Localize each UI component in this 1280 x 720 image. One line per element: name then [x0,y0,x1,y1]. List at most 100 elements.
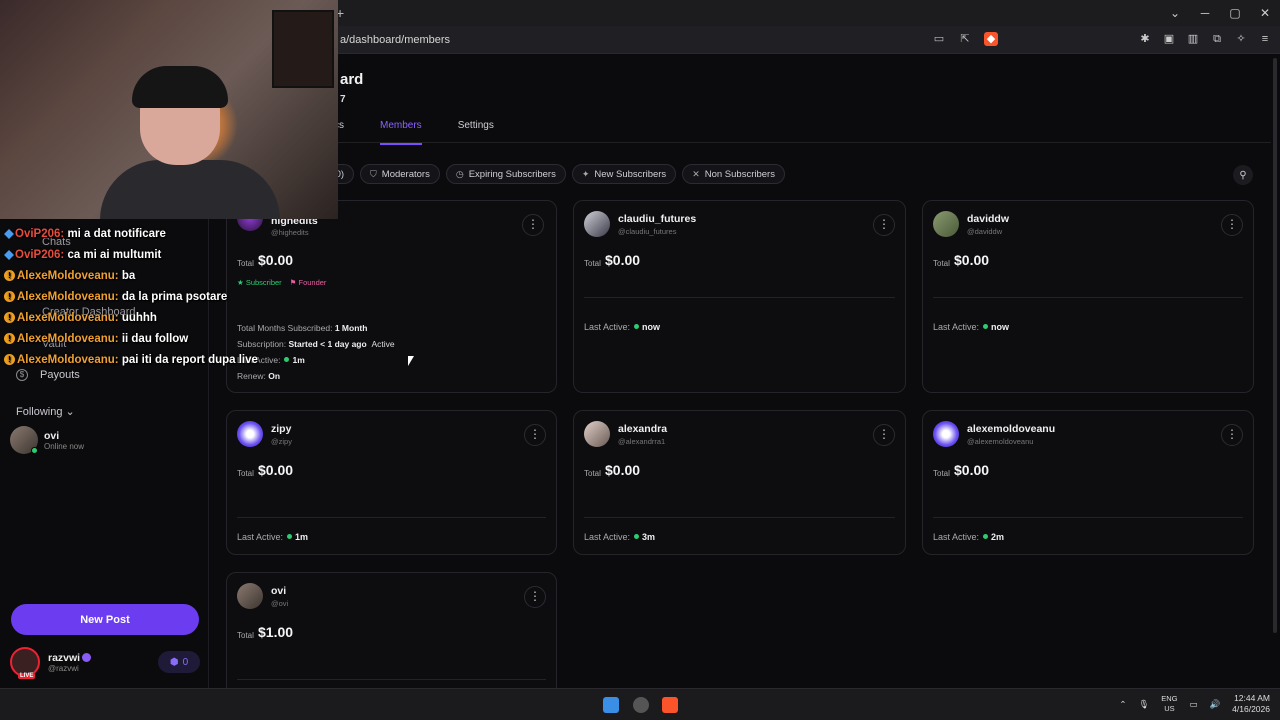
card-divider [584,517,895,518]
member-name: daviddw [967,213,1010,225]
subscriber-badge-icon: ! [4,333,15,345]
minimize-button[interactable]: ─ [1190,4,1220,22]
chat-username[interactable]: AlexeMoldoveanu: [17,333,119,345]
brave-shields-icon[interactable]: ◆ [984,32,998,46]
chat-username[interactable]: AlexeMoldoveanu: [17,312,119,324]
new-post-button[interactable]: New Post [11,604,199,635]
card-divider [237,517,546,518]
member-card[interactable]: alexandra @alexandrra1 ⋮ Total $0.00 Las… [573,410,906,555]
webcam-overlay [0,0,338,219]
coin-balance[interactable]: ⬢ 0 [158,651,200,673]
last-active-value: 3m [642,532,656,542]
more-options-icon[interactable]: ⋮ [1221,424,1243,446]
last-active-label: Last Active: [933,532,980,542]
extensions-icon[interactable]: ✱ [1138,32,1152,46]
microphone-icon[interactable]: 🎙 [1138,699,1149,710]
streamer-body [100,160,280,219]
chat-message: ! AlexeMoldoveanu: ba [4,266,274,287]
main-content: ard 7 cs Members Settings 100) ⛉Moderato… [209,54,1271,688]
verified-badge-icon [4,229,14,239]
chat-username[interactable]: OviP206: [15,249,64,261]
clock[interactable]: 12:44 AM 4/16/2026 [1232,693,1270,715]
last-active-value: 1m [295,532,309,542]
member-name: claudiu_futures [618,213,697,225]
filter-expiring[interactable]: ◷ Expiring Subscribers [445,164,566,184]
maximize-button[interactable]: ▢ [1220,4,1250,22]
chat-text: uuhhh [121,312,157,324]
leo-ai-icon[interactable]: ✧ [1234,32,1248,46]
page-scrollbar[interactable] [1273,58,1277,633]
stream-chat-overlay: OviP206: mi a dat notificare OviP206: ca … [4,224,274,371]
profile-row[interactable]: LIVE razvwi @razvwi ⬢ 0 [10,646,200,679]
sparkle-icon: ✦ [581,168,590,179]
tabs-icon[interactable]: ⧉ [1210,32,1224,46]
online-indicator [31,447,38,454]
chat-username[interactable]: AlexeMoldoveanu: [17,270,119,282]
following-toggle[interactable]: Following ⌄ [16,405,75,418]
tab-search-icon[interactable]: ⌄ [1160,4,1190,22]
wallet-icon[interactable]: ▣ [1162,32,1176,46]
last-active-value: 1m [292,355,305,365]
chat-message: OviP206: mi a dat notificare [4,224,274,245]
card-divider [237,679,546,680]
volume-icon[interactable]: 🔊 [1210,699,1221,710]
chat-username[interactable]: AlexeMoldoveanu: [17,354,119,366]
total-label: Total [237,469,254,478]
online-indicator [287,534,293,539]
avatar [584,211,610,237]
last-active-label: Last Active: [584,532,631,542]
avatar [10,426,38,454]
close-window-button[interactable]: ✕ [1250,4,1280,22]
member-total: $0.00 [258,462,294,478]
verified-badge-icon [4,250,14,260]
install-app-icon[interactable]: ▭ [932,32,946,46]
filter-moderators[interactable]: ⛉ Moderators [360,164,440,184]
brave-browser-icon[interactable] [662,697,678,713]
member-handle: @zipy [271,437,292,446]
total-label: Total [933,259,950,268]
more-options-icon[interactable]: ⋮ [873,424,895,446]
card-divider [933,517,1243,518]
filter-new-subscribers[interactable]: ✦ New Subscribers [571,164,677,184]
subscriber-badge-icon: ! [4,270,15,282]
obs-icon[interactable] [633,697,649,713]
card-divider [933,297,1243,298]
renew-value: On [268,371,281,381]
filter-non-subscribers[interactable]: ✕ Non Subscribers [682,164,785,184]
show-hidden-icons[interactable]: ⌃ [1119,699,1126,710]
system-tray: ⌃ 🎙 ENG US ▭ 🔊 12:44 AM 4/16/2026 [1119,693,1270,715]
chat-text: pai iti da report dupa live [121,354,258,366]
more-options-icon[interactable]: ⋮ [522,214,544,236]
member-handle: @alexandrra1 [618,437,666,446]
member-card[interactable]: highedits @highedits ⋮ Total $0.00 ★ Sub… [226,200,557,393]
windows-start-icon[interactable] [603,697,619,713]
more-options-icon[interactable]: ⋮ [524,586,546,608]
shield-icon: ⛉ [370,168,377,179]
share-icon[interactable]: ⇱ [958,32,972,46]
member-handle: @ovi [271,599,289,608]
last-active-label: Last Active: [584,322,631,332]
chat-text: ii dau follow [121,333,189,345]
member-total: $0.00 [954,462,990,478]
member-card[interactable]: alexemoldoveanu @alexemoldoveanu ⋮ Total… [922,410,1254,555]
avatar [933,211,959,237]
member-card[interactable]: daviddw @daviddw ⋮ Total $0.00 Last Acti… [922,200,1254,393]
search-button[interactable]: ⚲ [1233,165,1253,185]
more-options-icon[interactable]: ⋮ [873,214,895,236]
member-card[interactable]: ovi @ovi ⋮ Total $1.00 [226,572,557,688]
member-card[interactable]: claudiu_futures @claudiu_futures ⋮ Total… [573,200,906,393]
taskbar: ⌃ 🎙 ENG US ▭ 🔊 12:44 AM 4/16/2026 [0,688,1280,720]
url-text[interactable]: a/dashboard/members [340,34,450,46]
sidebar-toggle-icon[interactable]: ▥ [1186,32,1200,46]
chat-username[interactable]: AlexeMoldoveanu: [17,291,119,303]
last-active-label: Last Active: [237,532,284,542]
following-user[interactable]: ovi Online now [10,426,84,454]
member-card[interactable]: zipy @zipy ⋮ Total $0.00 Last Active: 1m [226,410,557,555]
more-options-icon[interactable]: ⋮ [524,424,546,446]
language-indicator[interactable]: ENG US [1161,694,1177,714]
menu-icon[interactable]: ≡ [1258,32,1272,46]
chat-username[interactable]: OviP206: [15,228,64,240]
more-options-icon[interactable]: ⋮ [1221,214,1243,236]
display-icon[interactable]: ▭ [1190,699,1198,710]
profile-name: razvwi [48,651,81,664]
